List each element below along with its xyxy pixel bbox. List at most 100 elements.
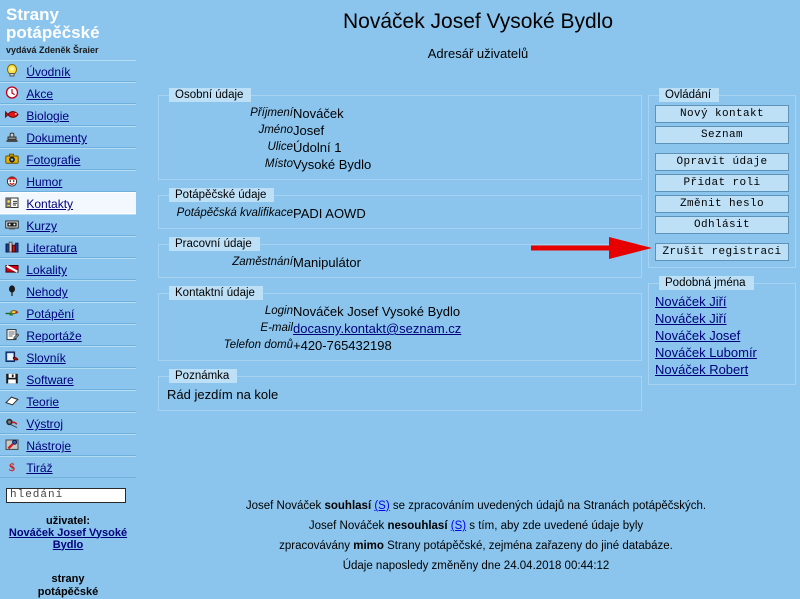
brand-line-1: Strany [6,5,59,24]
sidebar-link-literatura[interactable]: Literatura [26,241,77,255]
personal-data-section: Osobní údaje Příjmení Nováček Jméno Jose… [158,88,642,180]
sidebar-item-akce[interactable]: Akce [0,82,136,104]
table-row: Login Nováček Josef Vysoké Bydlo [165,303,635,320]
sidebar-item-uvodnik[interactable]: Úvodník [0,60,136,82]
sidebar-item-lokality[interactable]: Lokality [0,258,136,280]
clown-icon [5,174,19,187]
sidebar-link-reportaze[interactable]: Reportáže [26,329,81,343]
sidebar-link-humor[interactable]: Humor [26,175,62,189]
sidebar-current-user: uživatel: Nováček Josef Vysoké Bydlo [0,515,136,551]
similar-names-section: Podobná jména Nováček Jiří Nováček Jiří … [648,276,796,385]
sidebar-link-slovnik[interactable]: Slovník [26,351,65,365]
field-value: Údolní 1 [293,140,342,155]
note-legend: Poznámka [169,369,238,383]
sidebar-footer-line-2: potápěčské [37,585,99,598]
field-label: Telefon domů [223,339,293,351]
sidebar-link-teorie[interactable]: Teorie [26,395,59,409]
sidebar-item-vystroj[interactable]: Výstroj [0,412,136,434]
sidebar-item-reportaze[interactable]: Reportáže [0,324,136,346]
list-item[interactable]: Nováček Robert [655,361,789,378]
projector-icon [5,218,19,231]
sidebar-item-nehody[interactable]: Nehody [0,280,136,302]
sidebar-item-potapeni[interactable]: Potápění [0,302,136,324]
similar-names-legend: Podobná jména [659,276,754,290]
sidebar-item-tiraz[interactable]: $ Tiráž [0,456,136,478]
field-value: Nováček Josef Vysoké Bydlo [293,304,461,319]
dictionary-icon [5,350,19,363]
sidebar-item-kontakty[interactable]: Kontakty [0,192,136,214]
work-data-legend: Pracovní údaje [169,237,260,251]
sidebar-item-nastroje[interactable]: Nástroje [0,434,136,456]
add-role-button[interactable]: Přidat roli [655,174,789,192]
sidebar-item-literatura[interactable]: Literatura [0,236,136,258]
consent-line-3-prefix: zpracovávány [279,540,354,552]
svg-text:$: $ [9,460,15,473]
consent-disagree-signature-link[interactable]: (S) [451,520,466,532]
field-label: Zaměstnání [232,256,293,268]
sidebar-item-dokumenty[interactable]: Dokumenty [0,126,136,148]
change-password-button[interactable]: Změnit heslo [655,195,789,213]
list-item[interactable]: Nováček Josef [655,327,789,344]
fish-icon [5,108,19,121]
sidebar-item-slovnik[interactable]: Slovník [0,346,136,368]
table-row: Telefon domů +420-765432198 [165,337,635,354]
sidebar-link-software[interactable]: Software [26,373,73,387]
sidebar-footer: strany potápěčské [0,573,136,599]
list-button[interactable]: Seznam [655,126,789,144]
logout-button[interactable]: Odhlásit [655,216,789,234]
notepad-icon [5,328,19,341]
sidebar-item-kurzy[interactable]: Kurzy [0,214,136,236]
sidebar-link-biologie[interactable]: Biologie [26,109,69,123]
contact-data-section: Kontaktní údaje Login Nováček Josef Vyso… [158,286,642,361]
page-subtitle: Adresář uživatelů [427,46,529,61]
sidebar-item-biologie[interactable]: Biologie [0,104,136,126]
sidebar-link-fotografie[interactable]: Fotografie [26,153,80,167]
table-row: Ulice Údolní 1 [165,139,635,156]
sidebar-item-software[interactable]: Software [0,368,136,390]
last-modified-timestamp: Údaje naposledy změněny dne 24.04.2018 0… [342,560,610,572]
sidebar-link-potapeni[interactable]: Potápění [26,307,74,321]
note-section: Poznámka Rád jezdím na kole [158,369,642,411]
brand-publisher: vydává Zdeněk Šraier [6,45,99,55]
field-label: Login [264,305,293,317]
email-link[interactable]: docasny.kontakt@seznam.cz [293,321,461,336]
tools-icon [5,438,19,451]
list-item[interactable]: Nováček Jiří [655,293,789,310]
consent-disagree-word: nesouhlasí [387,520,448,532]
sidebar-link-nastroje[interactable]: Nástroje [26,439,71,453]
sidebar-link-uvodnik[interactable]: Úvodník [26,65,70,79]
list-item[interactable]: Nováček Jiří [655,310,789,327]
sidebar-link-akce[interactable]: Akce [26,87,53,101]
field-value: PADI AOWD [293,206,366,221]
field-value: Vysoké Bydlo [293,157,372,172]
table-row: Jméno Josef [165,122,635,139]
sidebar-user-link[interactable]: Nováček Josef Vysoké Bydlo [9,527,127,551]
sidebar-item-fotografie[interactable]: Fotografie [0,148,136,170]
field-value: Josef [293,123,325,138]
sidebar-link-tiraz[interactable]: Tiráž [26,461,52,475]
sidebar-link-vystroj[interactable]: Výstroj [26,417,63,431]
sidebar-item-humor[interactable]: Humor [0,170,136,192]
field-label: Příjmení [250,107,293,119]
consent-agree-word: souhlasí [324,500,372,512]
page-root: Strany potápěčské vydává Zdeněk Šraier Ú… [0,0,800,598]
note-text: Rád jezdím na kole [167,387,279,402]
field-value: Manipulátor [293,255,361,270]
scuba-gear-icon [5,416,19,429]
sidebar-link-dokumenty[interactable]: Dokumenty [26,131,87,145]
list-item[interactable]: Nováček Lubomír [655,344,789,361]
consent-agree-signature-link[interactable]: (S) [374,500,389,512]
field-value: +420-765432198 [293,338,392,353]
sidebar-item-teorie[interactable]: Teorie [0,390,136,412]
search-input[interactable] [6,487,126,503]
sidebar-link-nehody[interactable]: Nehody [26,285,67,299]
sidebar-link-lokality[interactable]: Lokality [26,263,67,277]
cancel-registration-button[interactable]: Zrušit registraci [655,243,789,261]
sidebar-link-kurzy[interactable]: Kurzy [26,219,57,233]
page-title: Nováček Josef Vysoké Bydlo [342,10,614,33]
work-data-table: Zaměstnání Manipulátor [165,254,635,271]
edit-data-button[interactable]: Opravit údaje [655,153,789,171]
lightbulb-icon [5,64,19,77]
new-contact-button[interactable]: Nový kontakt [655,105,789,123]
sidebar-link-kontakty[interactable]: Kontakty [26,197,73,211]
